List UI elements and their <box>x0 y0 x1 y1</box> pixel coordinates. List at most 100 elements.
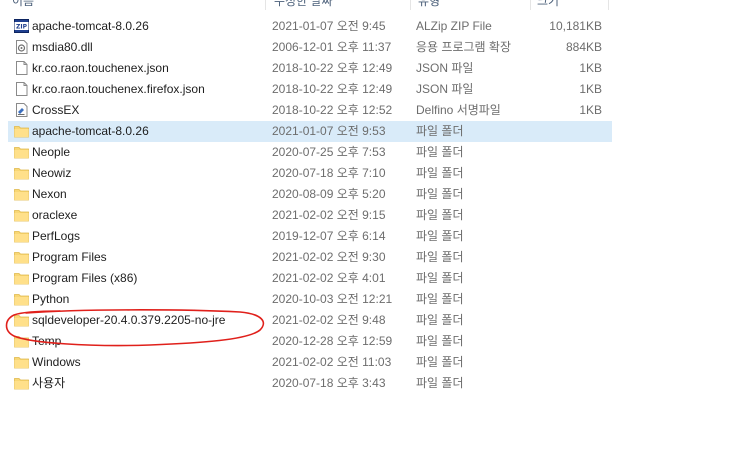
file-row[interactable]: 사용자 2020-07-18 오후 3:43 파일 폴더 <box>0 373 746 394</box>
file-name: Windows <box>32 355 81 369</box>
file-row[interactable]: kr.co.raon.touchenex.json 2018-10-22 오후 1… <box>0 58 746 79</box>
file-type: 파일 폴더 <box>416 376 464 390</box>
svg-text:ZIP: ZIP <box>16 24 28 31</box>
column-divider[interactable] <box>265 0 266 10</box>
file-name: kr.co.raon.touchenex.firefox.json <box>32 82 205 96</box>
column-header-type[interactable]: 유형 <box>418 0 440 9</box>
column-divider[interactable] <box>410 0 411 10</box>
file-row[interactable]: PerfLogs 2019-12-07 오후 6:14 파일 폴더 <box>0 226 746 247</box>
file-type: 파일 폴더 <box>416 292 464 306</box>
file-date: 2021-01-07 오전 9:53 <box>272 124 386 138</box>
file-type: JSON 파일 <box>416 61 474 75</box>
file-type: 파일 폴더 <box>416 271 464 285</box>
column-header-date[interactable]: 수정한 날짜 <box>274 0 333 9</box>
column-divider[interactable] <box>530 0 531 10</box>
folder-icon <box>14 166 29 180</box>
file-size: 10,181KB <box>549 19 602 33</box>
file-name: PerfLogs <box>32 229 81 243</box>
file-name: CrossEX <box>32 103 80 117</box>
file-row[interactable]: Python 2020-10-03 오전 12:21 파일 폴더 <box>0 289 746 310</box>
folder-icon <box>14 271 29 285</box>
file-row[interactable]: ZIP apache-tomcat-8.0.26 2021-01-07 오전 9:4… <box>0 16 746 37</box>
file-row[interactable]: Nexon 2020-08-09 오후 5:20 파일 폴더 <box>0 184 746 205</box>
file-date: 2019-12-07 오후 6:14 <box>272 229 386 243</box>
file-date: 2018-10-22 오후 12:49 <box>272 61 393 75</box>
file-row[interactable]: kr.co.raon.touchenex.firefox.json 2018-10… <box>0 79 746 100</box>
file-type: 응용 프로그램 확장 <box>416 40 511 54</box>
file-name: Nexon <box>32 187 67 201</box>
file-row[interactable]: oraclexe 2021-02-02 오전 9:15 파일 폴더 <box>0 205 746 226</box>
file-date: 2020-07-18 오후 7:10 <box>272 166 386 180</box>
file-name: Neople <box>32 145 71 159</box>
file-name: Program Files (x86) <box>32 271 138 285</box>
file-row-selected[interactable]: apache-tomcat-8.0.26 2021-01-07 오전 9:53 파일… <box>8 121 612 142</box>
folder-icon <box>14 208 29 222</box>
file-type: Delfino 서명파일 <box>416 103 501 117</box>
file-row[interactable]: Program Files (x86) 2021-02-02 오후 4:01 파일 … <box>0 268 746 289</box>
folder-icon <box>14 376 29 390</box>
file-type: 파일 폴더 <box>416 166 464 180</box>
folder-icon <box>14 334 29 348</box>
zip-icon: ZIP <box>14 19 29 33</box>
file-type: 파일 폴더 <box>416 145 464 159</box>
file-type: ALZip ZIP File <box>416 19 492 33</box>
file-type: 파일 폴더 <box>416 250 464 264</box>
column-header-size[interactable]: 크기 <box>537 0 559 9</box>
file-type: 파일 폴더 <box>416 355 464 369</box>
file-name: oraclexe <box>32 208 78 222</box>
file-size: 884KB <box>565 40 602 54</box>
file-name: Temp <box>32 334 62 348</box>
folder-icon <box>14 250 29 264</box>
file-date: 2020-07-18 오후 3:43 <box>272 376 386 390</box>
file-name: 사용자 <box>32 376 66 390</box>
file-type: 파일 폴더 <box>416 334 464 348</box>
file-row[interactable]: Temp 2020-12-28 오후 12:59 파일 폴더 <box>0 331 746 352</box>
folder-icon <box>14 124 29 138</box>
file-row[interactable]: Neowiz 2020-07-18 오후 7:10 파일 폴더 <box>0 163 746 184</box>
file-size: 1KB <box>579 61 602 75</box>
file-date: 2020-10-03 오전 12:21 <box>272 292 393 306</box>
file-name: kr.co.raon.touchenex.json <box>32 61 169 75</box>
file-date: 2021-02-02 오후 4:01 <box>272 271 386 285</box>
file-icon <box>14 61 29 75</box>
file-row[interactable]: Program Files 2021-02-02 오전 9:30 파일 폴더 <box>0 247 746 268</box>
file-list: ZIP apache-tomcat-8.0.26 2021-01-07 오전 9:4… <box>0 16 746 394</box>
file-type: JSON 파일 <box>416 82 474 96</box>
file-row[interactable]: CrossEX 2018-10-22 오후 12:52 Delfino 서명파일 1K… <box>0 100 746 121</box>
file-date: 2021-02-02 오전 9:30 <box>272 250 386 264</box>
file-date: 2021-02-02 오전 9:15 <box>272 208 386 222</box>
file-type: 파일 폴더 <box>416 229 464 243</box>
file-size: 1KB <box>579 82 602 96</box>
folder-icon <box>14 355 29 369</box>
file-row[interactable]: msdia80.dll 2006-12-01 오후 11:37 응용 프로그램 확장… <box>0 37 746 58</box>
file-name: Program Files <box>32 250 107 264</box>
file-row[interactable]: sqldeveloper-20.4.0.379.2205-no-jre 2021-… <box>0 310 746 331</box>
file-name: msdia80.dll <box>32 40 93 54</box>
file-type: 파일 폴더 <box>416 124 464 138</box>
file-row[interactable]: Windows 2021-02-02 오전 11:03 파일 폴더 <box>0 352 746 373</box>
file-name: Neowiz <box>32 166 72 180</box>
file-name: apache-tomcat-8.0.26 <box>32 19 149 33</box>
column-divider[interactable] <box>608 0 609 10</box>
file-name: apache-tomcat-8.0.26 <box>32 124 149 138</box>
column-header: 이름 수정한 날짜 유형 크기 <box>0 0 746 10</box>
file-row[interactable]: Neople 2020-07-25 오후 7:53 파일 폴더 <box>0 142 746 163</box>
folder-icon <box>14 187 29 201</box>
file-date: 2021-01-07 오전 9:45 <box>272 19 386 33</box>
file-date: 2021-02-02 오전 9:48 <box>272 313 386 327</box>
folder-icon <box>14 292 29 306</box>
file-name: sqldeveloper-20.4.0.379.2205-no-jre <box>32 313 226 327</box>
file-type: 파일 폴더 <box>416 313 464 327</box>
file-date: 2021-02-02 오전 11:03 <box>272 355 392 369</box>
file-name: Python <box>32 292 70 306</box>
file-icon <box>14 82 29 96</box>
file-date: 2018-10-22 오후 12:52 <box>272 103 393 117</box>
file-date: 2020-08-09 오후 5:20 <box>272 187 386 201</box>
file-date: 2020-07-25 오후 7:53 <box>272 145 386 159</box>
dll-icon <box>14 40 29 54</box>
file-type: 파일 폴더 <box>416 187 464 201</box>
folder-icon <box>14 145 29 159</box>
file-type: 파일 폴더 <box>416 208 464 222</box>
column-header-name[interactable]: 이름 <box>12 0 34 9</box>
file-size: 1KB <box>579 103 602 117</box>
